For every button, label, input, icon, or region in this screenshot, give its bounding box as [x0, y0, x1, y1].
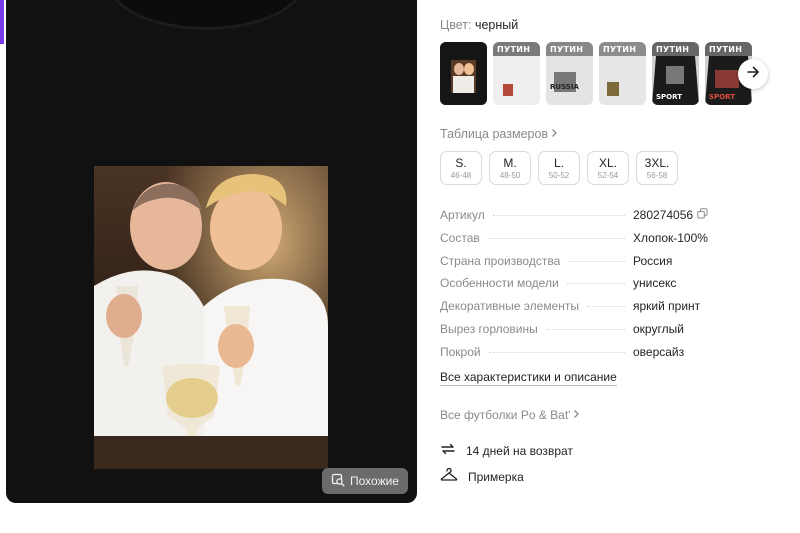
- chevron-right-icon: [573, 408, 580, 422]
- color-swatch-dark-1[interactable]: ПУТИН SPORT: [652, 42, 699, 105]
- swatch-caption: ПУТИН: [656, 45, 690, 54]
- size-range: 50-52: [548, 170, 570, 180]
- hanger-icon: [440, 467, 458, 486]
- size-label: M.: [503, 155, 517, 170]
- color-swatch-black[interactable]: [440, 42, 487, 105]
- size-option-l[interactable]: L. 50-52: [538, 151, 580, 185]
- image-search-icon: [331, 473, 345, 490]
- size-range: 46-48: [450, 170, 472, 180]
- spec-key: Страна производства: [440, 253, 561, 268]
- feature-label: 14 дней на возврат: [466, 443, 573, 458]
- size-range: 52-54: [597, 170, 619, 180]
- spec-key: Покрой: [440, 344, 481, 359]
- size-range: 56-58: [646, 170, 668, 180]
- spec-key: Декоративные элементы: [440, 299, 579, 314]
- color-swatch-white-3[interactable]: ПУТИН: [599, 42, 646, 105]
- spec-row-neckline: Вырез горловины округлый: [440, 322, 760, 345]
- size-option-m[interactable]: M. 48-50: [489, 151, 531, 185]
- size-label: 3XL.: [644, 155, 670, 170]
- spec-value: унисекс: [633, 276, 677, 291]
- tshirt-print-photo: [94, 166, 328, 469]
- swatch-caption: ПУТИН: [709, 45, 743, 54]
- brand-link-label: Все футболки Po & Bat': [440, 408, 571, 422]
- spec-leader: [492, 215, 625, 216]
- similar-button[interactable]: Похожие: [322, 468, 408, 494]
- return-arrows-icon: [440, 441, 456, 460]
- spec-key: Особенности модели: [440, 276, 559, 291]
- size-range: 48-50: [499, 170, 521, 180]
- copy-icon[interactable]: [697, 208, 708, 222]
- product-main-image[interactable]: Похожие: [6, 0, 417, 503]
- color-swatches: ПУТИН ПУТИН RUSSIA ПУТИН ПУТИН SPORT ПУТ…: [440, 42, 752, 105]
- color-swatch-white-2[interactable]: ПУТИН RUSSIA: [546, 42, 593, 105]
- chevron-right-icon: [551, 127, 558, 141]
- feature-return-policy: 14 дней на возврат: [440, 441, 573, 460]
- size-table-label: Таблица размеров: [440, 127, 549, 141]
- spec-row-composition: Состав Хлопок-100%: [440, 231, 760, 254]
- spec-leader: [568, 260, 625, 262]
- size-options: S. 46-48 M. 48-50 L. 50-52 XL. 52-54 3XL…: [440, 151, 678, 185]
- gallery-thumb-indicator: [0, 0, 4, 44]
- feature-fitting: Примерка: [440, 467, 524, 486]
- spec-key: Вырез горловины: [440, 321, 538, 336]
- size-label: L.: [553, 155, 564, 170]
- swatch-bottom-caption: SPORT: [709, 93, 735, 101]
- spec-value: Хлопок-100%: [633, 230, 708, 245]
- size-option-xl[interactable]: XL. 52-54: [587, 151, 629, 185]
- spec-key: Артикул: [440, 208, 485, 222]
- article-number: 280274056: [633, 208, 694, 222]
- spec-row-model-features: Особенности модели унисекс: [440, 276, 760, 299]
- arrow-right-icon: [746, 65, 760, 84]
- color-swatch-white-1[interactable]: ПУТИН: [493, 42, 540, 105]
- size-option-3xl[interactable]: 3XL. 56-58: [636, 151, 678, 185]
- spec-leader: [488, 351, 625, 353]
- feature-label: Примерка: [468, 469, 524, 484]
- spec-value: округлый: [633, 321, 684, 336]
- tshirt-collar: [106, 0, 306, 30]
- swatch-bottom-caption: RUSSIA: [550, 83, 579, 91]
- spec-value: оверсайз: [633, 344, 685, 359]
- size-option-s[interactable]: S. 46-48: [440, 151, 482, 185]
- spec-value: Россия: [633, 253, 673, 268]
- spec-row-country: Страна производства Россия: [440, 254, 760, 277]
- spec-row-decor: Декоративные элементы яркий принт: [440, 299, 760, 322]
- spec-row-fit: Покрой оверсайз: [440, 345, 760, 368]
- color-label: Цвет:: [440, 18, 472, 32]
- swatch-bottom-caption: SPORT: [656, 93, 682, 101]
- spec-key: Состав: [440, 230, 480, 245]
- similar-button-label: Похожие: [350, 474, 399, 488]
- spec-leader: [586, 306, 625, 308]
- size-label: S.: [455, 155, 467, 170]
- color-value: черный: [474, 18, 519, 32]
- swatch-caption: ПУТИН: [497, 45, 531, 54]
- color-selector-label: Цвет: черный: [440, 18, 518, 32]
- spec-value: 280274056: [633, 208, 760, 222]
- swatches-next-button[interactable]: [738, 59, 768, 89]
- all-specs-link[interactable]: Все характеристики и описание: [440, 370, 617, 386]
- product-specs: Артикул 280274056 Состав Хлопок-100% Стр…: [440, 208, 760, 368]
- spec-row-article: Артикул 280274056: [440, 208, 760, 231]
- spec-leader: [566, 283, 625, 285]
- spec-value: яркий принт: [633, 299, 701, 314]
- size-label: XL.: [598, 155, 617, 170]
- brand-tshirts-link[interactable]: Все футболки Po & Bat': [440, 408, 580, 422]
- size-table-link[interactable]: Таблица размеров: [440, 127, 558, 141]
- swatch-caption: ПУТИН: [550, 45, 584, 54]
- swatch-caption: ПУТИН: [603, 45, 637, 54]
- spec-leader: [487, 237, 625, 239]
- spec-leader: [545, 328, 625, 330]
